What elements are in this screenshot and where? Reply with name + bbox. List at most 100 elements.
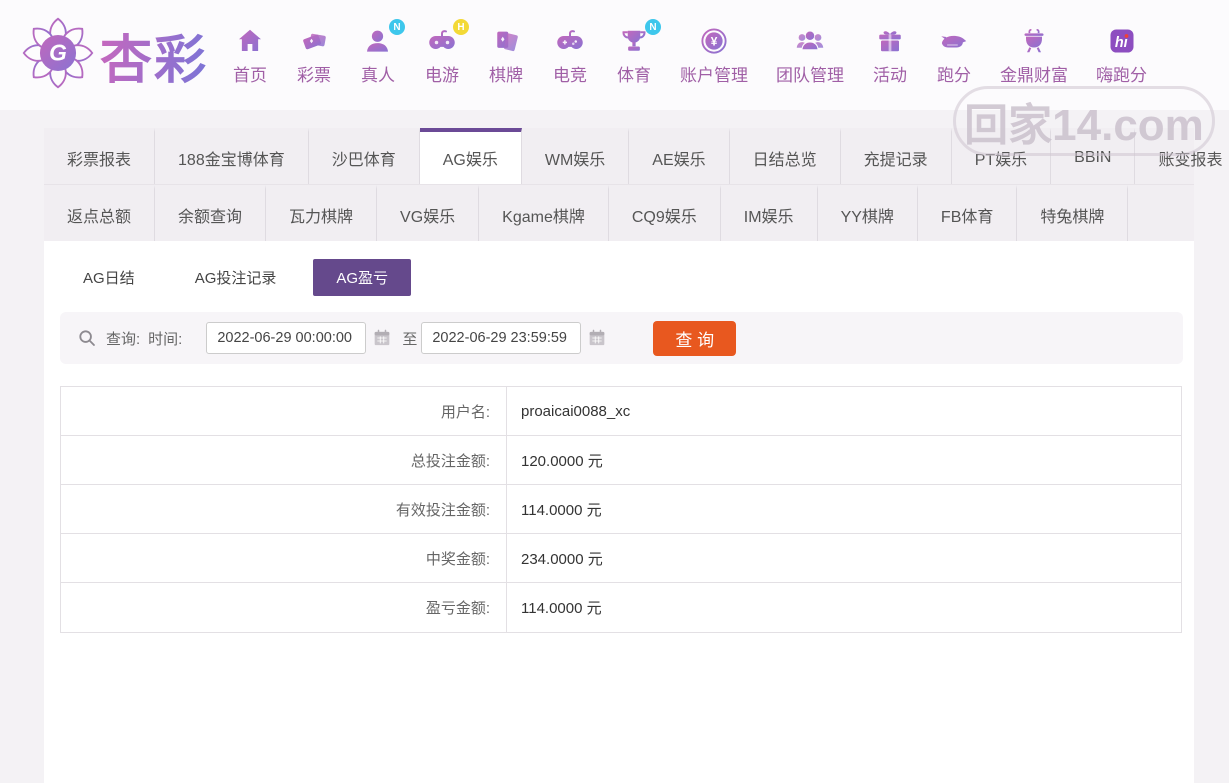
report-tabs-row1: 彩票报表 188金宝博体育 沙巴体育 AG娱乐 WM娱乐 AE娱乐 日结总览 充提记录 PT娱乐… bbox=[44, 128, 1223, 184]
to-label: 至 bbox=[402, 330, 418, 348]
gift-icon bbox=[872, 24, 908, 58]
nav-item-label: 首页 bbox=[233, 66, 268, 85]
nav-item-jinding-wealth[interactable]: 金鼎财富 bbox=[986, 24, 1082, 86]
esports-gamepad-icon bbox=[552, 24, 588, 58]
nav-item-activity[interactable]: 活动 bbox=[858, 24, 922, 86]
nav-item-home[interactable]: 首页 bbox=[218, 24, 282, 86]
row-value: 114.0000 元 bbox=[521, 501, 602, 519]
report-tab-row2-6[interactable]: IM娱乐 bbox=[721, 185, 818, 241]
nav-item-label: 团队管理 bbox=[776, 66, 845, 85]
profit-summary-table: 用户名: proaicai0088_xc 总投注金额: 120.0000 元有效投注金… bbox=[60, 386, 1182, 633]
table-row: 用户名: proaicai0088_xc bbox=[61, 387, 1181, 436]
time-label: 时间: bbox=[148, 330, 183, 348]
calendar-icon[interactable] bbox=[587, 328, 607, 348]
nav-item-account-management[interactable]: ¥ 账户管理 bbox=[666, 24, 762, 86]
tab-content: AG日结 AG投注记录 AG盈亏 查询: 时间: 至 查 询 用户名: proaica… bbox=[44, 241, 1194, 783]
report-tab-row1-0[interactable]: 彩票报表 bbox=[44, 128, 156, 184]
report-tab-row2-9[interactable]: 特兔棋牌 bbox=[1017, 185, 1129, 241]
nav-item-electronic-games[interactable]: H 电游 bbox=[410, 19, 474, 86]
nav-item-label: 金鼎财富 bbox=[1000, 66, 1069, 85]
team-icon bbox=[792, 24, 828, 58]
report-panel: 彩票报表 188金宝博体育 沙巴体育 AG娱乐 WM娱乐 AE娱乐 日结总览 充提记录 PT娱乐… bbox=[44, 128, 1223, 783]
report-tab-row1-10[interactable]: 账变报表 bbox=[1135, 128, 1229, 184]
trophy-icon: N bbox=[616, 19, 662, 58]
brand-name: 杏彩 bbox=[100, 18, 208, 93]
report-tab-row2-4[interactable]: Kgame棋牌 bbox=[479, 185, 609, 241]
report-tab-row1-7[interactable]: 充提记录 bbox=[841, 128, 952, 184]
row-value: proaicai0088_xc bbox=[521, 402, 631, 420]
nav-item-label: 真人 bbox=[361, 66, 396, 85]
query-bar: 查询: 时间: 至 查 询 bbox=[60, 312, 1183, 364]
row-label: 盈亏金额: bbox=[61, 583, 507, 632]
table-row: 盈亏金额: 114.0000 元 bbox=[61, 583, 1181, 632]
report-tab-row2-0[interactable]: 返点总额 bbox=[44, 185, 156, 241]
nav-item-label: 彩票 bbox=[297, 66, 332, 85]
top-header: G 杏彩 首页 彩票 N 真人 H 电游 棋牌 电竞 N 体育 ¥ 账户管理 团队管理 活动 跑分 金鼎财富 h… bbox=[0, 0, 1229, 110]
brand-logo[interactable]: G 杏彩 bbox=[20, 15, 208, 96]
ag-subtabs: AG日结 AG投注记录 AG盈亏 bbox=[60, 259, 1194, 296]
report-tab-row1-3[interactable]: AG娱乐 bbox=[419, 128, 522, 184]
nav-item-team-management[interactable]: 团队管理 bbox=[762, 24, 858, 86]
report-tab-row1-5[interactable]: AE娱乐 bbox=[629, 128, 730, 184]
hi-app-icon: hi bbox=[1104, 24, 1140, 58]
query-label: 查询: bbox=[106, 330, 141, 348]
live-person-icon: N bbox=[360, 19, 406, 58]
row-label: 总投注金额: bbox=[61, 436, 507, 484]
search-icon bbox=[76, 327, 98, 349]
lottery-ticket-icon bbox=[296, 24, 332, 58]
report-tab-row2-7[interactable]: YY棋牌 bbox=[818, 185, 918, 241]
ag-subtab-2[interactable]: AG盈亏 bbox=[313, 259, 412, 296]
rhino-icon bbox=[936, 24, 972, 58]
table-row: 有效投注金额: 114.0000 元 bbox=[61, 485, 1181, 534]
nav-item-label: 体育 bbox=[617, 66, 652, 85]
nav-item-label: 跑分 bbox=[937, 66, 972, 85]
report-tab-row1-8[interactable]: PT娱乐 bbox=[952, 128, 1052, 184]
nav-item-label: 电游 bbox=[425, 66, 460, 85]
report-tab-row2-2[interactable]: 瓦力棋牌 bbox=[266, 185, 378, 241]
query-button[interactable]: 查 询 bbox=[653, 320, 737, 356]
report-tab-row2-1[interactable]: 余额查询 bbox=[155, 185, 267, 241]
nav-item-label: 嗨跑分 bbox=[1096, 66, 1148, 85]
report-tab-row1-9[interactable]: BBIN bbox=[1051, 128, 1136, 184]
svg-text:G: G bbox=[49, 39, 67, 65]
home-icon bbox=[232, 24, 268, 58]
nav-item-hi-paofen[interactable]: hi 嗨跑分 bbox=[1082, 24, 1161, 86]
report-tab-row2-3[interactable]: VG娱乐 bbox=[377, 185, 480, 241]
row-value: 120.0000 元 bbox=[521, 452, 603, 470]
report-tab-row1-4[interactable]: WM娱乐 bbox=[522, 128, 630, 184]
nav-item-label: 棋牌 bbox=[489, 66, 524, 85]
nav-item-lottery[interactable]: 彩票 bbox=[282, 24, 346, 86]
coin-yuan-icon: ¥ bbox=[696, 24, 732, 58]
row-value: 114.0000 元 bbox=[521, 600, 602, 617]
row-label: 用户名: bbox=[61, 387, 507, 435]
ding-icon bbox=[1016, 24, 1052, 58]
end-time-input[interactable] bbox=[421, 322, 582, 354]
report-tab-row1-2[interactable]: 沙巴体育 bbox=[309, 128, 420, 184]
row-value: 234.0000 元 bbox=[521, 550, 603, 568]
egame-gamepad-icon: H bbox=[424, 19, 470, 58]
nav-item-board-games[interactable]: 棋牌 bbox=[474, 24, 538, 86]
ag-subtab-1[interactable]: AG投注记录 bbox=[172, 259, 300, 296]
nav-item-paofen[interactable]: 跑分 bbox=[922, 24, 986, 86]
cards-icon bbox=[488, 24, 524, 58]
report-tab-row1-1[interactable]: 188金宝博体育 bbox=[155, 128, 309, 184]
nav-item-label: 电竞 bbox=[553, 66, 588, 85]
nav-badge: H bbox=[453, 19, 470, 35]
nav-item-esports[interactable]: 电竞 bbox=[538, 24, 602, 86]
nav-item-sports[interactable]: N 体育 bbox=[602, 19, 666, 86]
ag-subtab-0[interactable]: AG日结 bbox=[60, 259, 158, 296]
svg-text:¥: ¥ bbox=[711, 34, 718, 48]
report-tab-row1-6[interactable]: 日结总览 bbox=[730, 128, 841, 184]
start-time-input[interactable] bbox=[206, 322, 367, 354]
row-label: 有效投注金额: bbox=[61, 485, 507, 533]
nav-badge: N bbox=[645, 19, 662, 35]
table-row: 中奖金额: 234.0000 元 bbox=[61, 534, 1181, 583]
calendar-icon[interactable] bbox=[372, 328, 392, 348]
report-tabs-row2: 返点总额 余额查询 瓦力棋牌 VG娱乐 Kgame棋牌 CQ9娱乐 IM娱乐 YY棋牌 FB体育… bbox=[44, 184, 1194, 241]
nav-badge: N bbox=[389, 19, 406, 35]
nav-item-label: 活动 bbox=[873, 66, 908, 85]
nav-item-live-casino[interactable]: N 真人 bbox=[346, 19, 410, 86]
report-tab-row2-8[interactable]: FB体育 bbox=[918, 185, 1018, 241]
brand-flower-icon: G bbox=[20, 15, 96, 96]
report-tab-row2-5[interactable]: CQ9娱乐 bbox=[609, 185, 721, 241]
